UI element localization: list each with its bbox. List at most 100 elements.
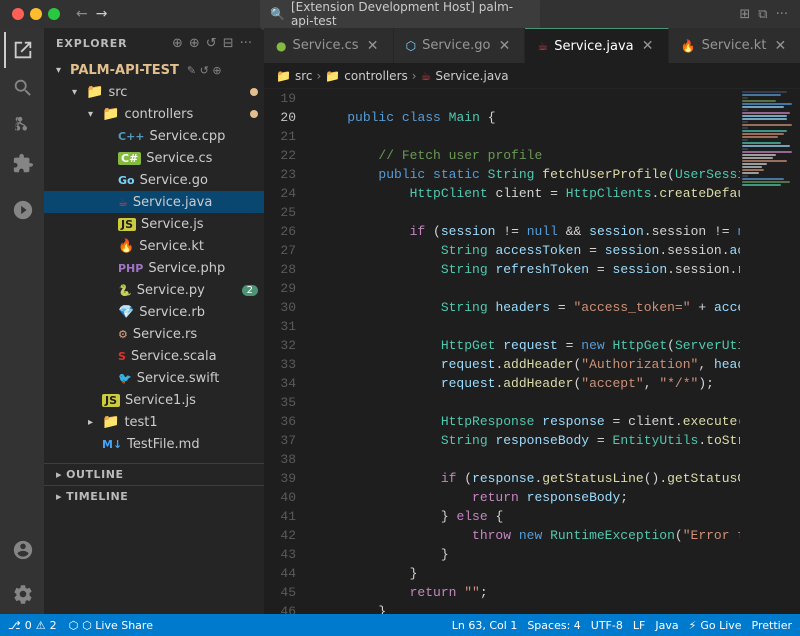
prettier-button[interactable]: Prettier xyxy=(752,619,792,632)
code-line: } xyxy=(316,564,740,583)
tree-item-service1-js[interactable]: JS Service1.js xyxy=(44,389,264,411)
tree-label: Service.cs xyxy=(146,151,264,166)
tree-item-service-scala[interactable]: S Service.scala xyxy=(44,345,264,367)
tree-item-service-js[interactable]: JS Service.js xyxy=(44,213,264,235)
tree-label: Service.rs xyxy=(133,327,264,342)
tree-item-service-swift[interactable]: 🐦 Service.swift xyxy=(44,367,264,389)
tree-item-service-cs[interactable]: C# Service.cs xyxy=(44,147,264,169)
tree-item-service-cpp[interactable]: C++ Service.cpp xyxy=(44,125,264,147)
status-branch[interactable]: ⎇ 0 ⚠ 2 xyxy=(8,619,57,632)
status-spaces[interactable]: Spaces: 4 xyxy=(527,619,580,632)
tab-close-icon[interactable]: ✕ xyxy=(365,38,381,54)
java-icon: ☕ xyxy=(421,69,432,83)
tab-service-java[interactable]: ☕ Service.java ✕ xyxy=(525,28,668,63)
titlebar-right: ⊞ ⧉ ··· xyxy=(739,7,788,22)
breadcrumb-controllers[interactable]: 📁 controllers xyxy=(325,69,407,83)
activity-run[interactable] xyxy=(4,192,40,228)
status-encoding[interactable]: UTF-8 xyxy=(591,619,623,632)
line-num: 33 xyxy=(264,355,308,374)
timeline-label: TIMELINE xyxy=(66,490,128,503)
tree-item-service-rs[interactable]: ⚙ Service.rs xyxy=(44,323,264,345)
tree-item-service-kt[interactable]: 🔥 Service.kt xyxy=(44,235,264,257)
go-live-button[interactable]: ⚡ Go Live xyxy=(689,619,742,632)
tree-item-service-go[interactable]: Go Service.go xyxy=(44,169,264,191)
more-icon[interactable]: ··· xyxy=(240,36,252,51)
kt-tab-icon: 🔥 xyxy=(681,39,696,53)
tree-item-controllers[interactable]: ▾ 📁 controllers xyxy=(44,103,264,125)
chevron-down-icon: ▾ xyxy=(56,65,70,76)
activity-search[interactable] xyxy=(4,70,40,106)
md-icon: M↓ xyxy=(102,438,122,451)
folder-icon: 📁 xyxy=(276,69,291,83)
live-share-button[interactable]: ⬡ ⬡ Live Share xyxy=(69,619,153,632)
activity-account[interactable] xyxy=(4,532,40,568)
minimize-button[interactable] xyxy=(30,8,42,20)
swift-icon: 🐦 xyxy=(118,372,132,385)
breadcrumb-src[interactable]: 📁 src xyxy=(276,69,312,83)
tree-item-test1[interactable]: ▸ 📁 test1 xyxy=(44,411,264,433)
kt-icon: 🔥 xyxy=(118,239,134,254)
spaces-text: Spaces: 4 xyxy=(527,619,580,632)
rb-icon: 💎 xyxy=(118,305,134,320)
breadcrumb-file[interactable]: ☕ Service.java xyxy=(421,69,509,83)
status-position[interactable]: Ln 63, Col 1 xyxy=(452,619,518,632)
tab-close-icon[interactable]: ✕ xyxy=(496,38,512,54)
maximize-button[interactable] xyxy=(48,8,60,20)
code-line: HttpClient client = HttpClients.createDe… xyxy=(316,184,740,203)
tree-item-service-py[interactable]: 🐍 Service.py 2 xyxy=(44,279,264,301)
tree-item-service-php[interactable]: PHP Service.php xyxy=(44,257,264,279)
activity-extensions[interactable] xyxy=(4,146,40,182)
prettier-label: Prettier xyxy=(752,619,792,632)
folder-icon: 📁 xyxy=(102,106,119,122)
tree-item-src[interactable]: ▾ 📁 src xyxy=(44,81,264,103)
outline-section[interactable]: ▸ OUTLINE xyxy=(44,464,264,485)
activity-settings[interactable] xyxy=(4,576,40,612)
breadcrumb-label: controllers xyxy=(344,69,408,83)
code-area[interactable]: public class Main { // Fetch user profil… xyxy=(308,89,740,614)
tree-item-service-java[interactable]: ☕ Service.java xyxy=(44,191,264,213)
js-icon: JS xyxy=(102,394,120,407)
tab-service-cs[interactable]: ● Service.cs ✕ xyxy=(264,28,394,63)
nav-controls: ← → xyxy=(76,6,107,22)
layout-icon[interactable]: ⊞ xyxy=(739,7,750,22)
collapse-icon[interactable]: ⊟ xyxy=(223,36,234,51)
code-line xyxy=(316,89,740,108)
chevron-down-icon: ▾ xyxy=(88,109,102,120)
project-icons: ✎ ↺ ⊕ xyxy=(187,64,222,77)
editor-area: ● Service.cs ✕ ⬡ Service.go ✕ ☕ Service.… xyxy=(264,28,800,614)
tree-label: Service.py xyxy=(137,283,242,298)
tree-item-palm-api-test[interactable]: ▾ PALM-API-TEST ✎ ↺ ⊕ xyxy=(44,59,264,81)
status-eol[interactable]: LF xyxy=(633,619,645,632)
breadcrumb-separator: › xyxy=(412,69,417,83)
more-icon[interactable]: ··· xyxy=(776,7,788,22)
tree-item-testfile-md[interactable]: M↓ TestFile.md xyxy=(44,433,264,455)
tree-label: Service.swift xyxy=(137,371,264,386)
close-button[interactable] xyxy=(12,8,24,20)
refresh-icon[interactable]: ↺ xyxy=(206,36,217,51)
nav-forward-button[interactable]: → xyxy=(96,6,108,22)
tab-service-go[interactable]: ⬡ Service.go ✕ xyxy=(394,28,526,63)
title-search[interactable]: 🔍 [Extension Development Host] palm-api-… xyxy=(260,0,540,30)
activity-source-control[interactable] xyxy=(4,108,40,144)
tab-close-icon[interactable]: ✕ xyxy=(640,38,656,54)
search-icon: 🔍 xyxy=(270,7,285,21)
activity-bar xyxy=(0,28,44,614)
tree-item-service-rb[interactable]: 💎 Service.rb xyxy=(44,301,264,323)
scala-icon: S xyxy=(118,350,126,363)
tab-service-kt[interactable]: 🔥 Service.kt ✕ xyxy=(669,28,800,63)
tree-label: Service.kt xyxy=(139,239,264,254)
timeline-section[interactable]: ▸ TIMELINE xyxy=(44,486,264,507)
new-folder-icon[interactable]: ⊕ xyxy=(189,36,200,51)
activity-explorer[interactable] xyxy=(4,32,40,68)
tab-close-icon[interactable]: ✕ xyxy=(772,38,788,54)
status-language[interactable]: Java xyxy=(655,619,678,632)
split-icon[interactable]: ⧉ xyxy=(758,7,767,22)
java-tab-icon: ☕ xyxy=(537,39,548,53)
code-line: HttpResponse response = client.execute(r… xyxy=(316,412,740,431)
code-line: // Fetch user profile xyxy=(316,146,740,165)
code-line: return ""; xyxy=(316,583,740,602)
code-line: request.addHeader("accept", "*/*"); xyxy=(316,374,740,393)
new-file-icon[interactable]: ⊕ xyxy=(172,36,183,51)
tree-label: Service.php xyxy=(148,261,264,276)
nav-back-button[interactable]: ← xyxy=(76,6,88,22)
